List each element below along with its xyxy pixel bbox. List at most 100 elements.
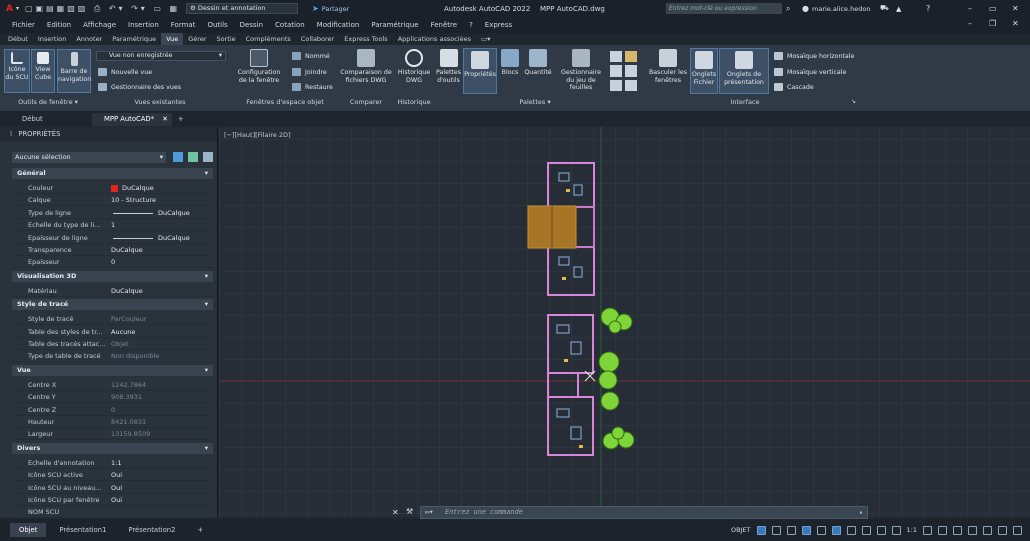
palette-icon-2[interactable] <box>625 51 637 63</box>
cart-icon[interactable]: ⛟ <box>880 4 889 13</box>
clean-screen-icon[interactable] <box>998 525 1007 535</box>
prop-value[interactable]: DuCalque <box>111 244 143 256</box>
palette-icon-4[interactable] <box>625 65 637 77</box>
ribbon-tab[interactable]: Début <box>3 33 33 45</box>
switch-windows-button[interactable]: Basculer les fenêtres <box>648 49 688 84</box>
menu-item[interactable]: Paramétrique <box>371 21 418 29</box>
prop-row[interactable]: Couleur DuCalque <box>12 182 213 194</box>
restore-viewports-button[interactable]: Restaure <box>292 83 333 91</box>
layout-tab-model[interactable]: Objet <box>10 523 47 537</box>
prop-row[interactable]: Calque 10 - Structure <box>12 194 213 207</box>
prop-value[interactable]: ParCouleur <box>111 313 147 325</box>
prop-row[interactable]: Centre X 1242.7864 <box>12 379 213 391</box>
prop-row[interactable]: Epaisseur 0 <box>12 256 213 269</box>
command-close-icon[interactable]: ✕ <box>392 508 399 517</box>
viewport-config-button[interactable]: Configuration de la fenêtre <box>234 49 284 84</box>
tool-palettes-button[interactable]: Palettes d'outils <box>435 49 462 84</box>
minimize-icon[interactable]: – <box>968 4 972 13</box>
workspace-gear-icon[interactable] <box>923 525 932 535</box>
ribbon-tab[interactable]: Annoter <box>71 33 107 45</box>
isolate-objects-icon[interactable] <box>983 525 992 535</box>
prop-value[interactable]: DuCalque <box>111 285 143 297</box>
prop-row[interactable]: Epaisseur de ligne DuCalque <box>12 232 213 244</box>
customization-menu-icon[interactable] <box>1013 525 1022 535</box>
palette-icon-5[interactable] <box>610 79 622 91</box>
hardware-acceleration-icon[interactable] <box>968 525 977 535</box>
command-wrench-icon[interactable]: ⚒ <box>406 507 413 516</box>
selection-dropdown[interactable]: Aucune sélection ▾ <box>12 152 166 163</box>
doc-tab-start[interactable]: Début <box>10 113 92 126</box>
isodraft-icon[interactable] <box>816 525 826 535</box>
prop-value[interactable]: Non disponible <box>111 350 159 362</box>
palette-icon-6[interactable] <box>625 79 637 91</box>
prop-value[interactable]: 1:1 <box>111 457 121 469</box>
prop-value[interactable]: Aucune <box>111 326 135 338</box>
doc-restore-icon[interactable]: ❐ <box>989 19 996 28</box>
ribbon-tab[interactable]: Insertion <box>33 33 72 45</box>
ribbon-tab[interactable]: Collaborer <box>296 33 339 45</box>
join-viewports-button[interactable]: Joindre <box>292 68 327 76</box>
prop-section-header[interactable]: Style de tracé <box>12 299 213 311</box>
command-history-icon[interactable]: ▴ <box>859 507 863 518</box>
ribbon-tab[interactable]: Applications associées <box>393 33 476 45</box>
select-objects-icon[interactable] <box>188 152 198 162</box>
cascade-button[interactable]: Cascade <box>774 83 814 91</box>
menu-item[interactable]: Insertion <box>128 21 159 29</box>
workspace-select[interactable]: ⚙ Dessin et annotation <box>186 3 299 14</box>
help-icon[interactable]: ? <box>926 4 930 13</box>
prop-row[interactable]: Table des tracés attac... Objet <box>12 338 213 350</box>
prop-row[interactable]: Transparence DuCalque <box>12 244 213 256</box>
prop-section-header[interactable]: Divers <box>12 442 213 454</box>
menu-item[interactable]: Affichage <box>83 21 116 29</box>
prop-value[interactable]: DuCalque <box>122 182 154 194</box>
properties-header[interactable]: ⁞ PROPRIÉTÉS <box>0 127 217 141</box>
doc-close-icon[interactable]: ✕ <box>1012 19 1019 28</box>
add-layout-button[interactable]: + <box>188 523 212 537</box>
object-snap-tracking-icon[interactable] <box>831 525 841 535</box>
properties-button[interactable]: Propriétés <box>463 48 497 94</box>
tab-close-icon[interactable]: ✕ <box>162 113 168 126</box>
transparency-icon[interactable] <box>876 525 886 535</box>
doc-tab-drawing[interactable]: MPP AutoCAD* ✕ <box>92 113 172 126</box>
app-menu-arrow-icon[interactable]: ▾ <box>16 5 19 12</box>
menu-item[interactable]: Express <box>485 21 512 29</box>
prop-value[interactable]: Oui <box>111 482 122 494</box>
new-tab-button[interactable]: + <box>172 113 190 126</box>
ucs-icon-button[interactable]: Icône du SCU <box>4 49 30 93</box>
menu-item[interactable]: Outils <box>207 21 227 29</box>
blocks-button[interactable]: Blocs <box>500 49 520 77</box>
doc-minimize-icon[interactable]: – <box>968 19 972 28</box>
ribbon-tab[interactable]: Gérer <box>183 33 211 45</box>
layout-tab-1[interactable]: Présentation1 <box>50 523 115 537</box>
prop-row[interactable]: Hauteur 8421.0831 <box>12 416 213 428</box>
snap-mode-icon[interactable] <box>771 525 781 535</box>
compare-dwg-button[interactable]: Comparaison de fichiers DWG <box>340 49 392 84</box>
prop-value[interactable]: 1 <box>111 219 115 231</box>
group-palettes[interactable]: Palettes ▾ <box>505 98 565 106</box>
layout-tabs-button[interactable]: Onglets de présentation <box>719 48 769 94</box>
new-view-button[interactable]: Nouvelle vue <box>98 68 152 76</box>
prop-section-header[interactable]: Visualisation 3D <box>12 270 213 282</box>
maximize-icon[interactable]: ▭ <box>989 4 997 13</box>
layout-tab-2[interactable]: Présentation2 <box>119 523 184 537</box>
command-input[interactable]: ▭▾ Entrez une commande ▴ <box>420 506 868 519</box>
file-tabs-button[interactable]: Onglets Fichier <box>690 48 718 94</box>
prop-row[interactable]: Table des styles de tr... Aucune <box>12 326 213 338</box>
a360-icon[interactable]: ▲ <box>896 5 901 13</box>
autocad-logo-icon[interactable]: A <box>6 4 13 14</box>
prop-value[interactable]: Oui <box>111 494 122 506</box>
view-manager-button[interactable]: Gestionnaire des vues <box>98 83 181 91</box>
quick-access-toolbar[interactable]: ▢▣▤▦▧▨ ⎙ ↶▾ ↷▾ ▭ ▦ <box>25 4 180 14</box>
prop-section-header[interactable]: Général <box>12 168 213 179</box>
dwg-history-button[interactable]: Historique DWG <box>396 49 432 84</box>
menu-item[interactable]: Edition <box>47 21 71 29</box>
nav-bar-button[interactable]: Barre de navigation <box>57 49 91 93</box>
palette-icon-1[interactable] <box>610 51 622 63</box>
prop-row[interactable]: Icône SCU par fenêtre Oui <box>12 494 213 506</box>
prop-row[interactable]: Type de ligne DuCalque <box>12 207 213 219</box>
ribbon-minimize-toggle[interactable]: ▭▾ <box>476 33 495 45</box>
ribbon-tab[interactable]: Vue <box>161 33 184 45</box>
share-button[interactable]: Partager <box>322 5 350 13</box>
close-icon[interactable]: ✕ <box>1012 4 1019 13</box>
named-viewports-button[interactable]: Nommé <box>292 52 330 60</box>
